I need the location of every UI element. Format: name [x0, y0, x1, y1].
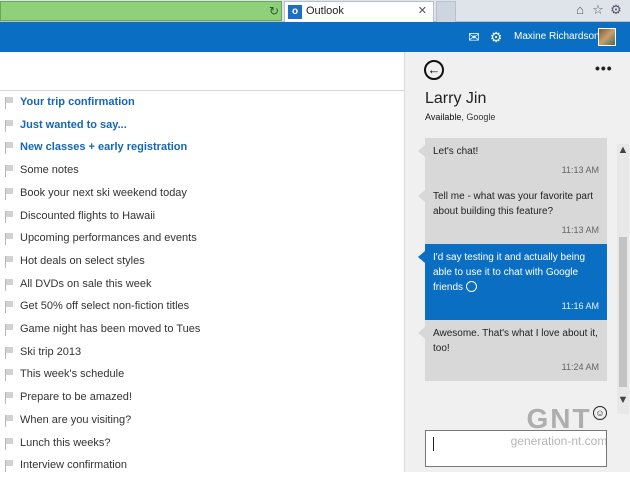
sent-message: I'd say testing it and actually being ab…	[418, 244, 607, 320]
favorites-star-icon[interactable]: ☆	[590, 2, 606, 18]
flag-icon[interactable]	[5, 255, 15, 268]
message-text: Awesome. That's what I love about it, to…	[433, 328, 598, 354]
outlook-icon: o	[288, 5, 302, 19]
flag-icon[interactable]	[5, 301, 15, 314]
mail-list-item[interactable]: When are you visiting?	[0, 412, 404, 434]
address-bar[interactable]: ↻	[0, 1, 282, 21]
mail-subject: Game night has been moved to Tues	[20, 323, 201, 335]
flag-icon[interactable]	[5, 324, 15, 336]
settings-gear-icon[interactable]: ⚙	[488, 29, 504, 45]
more-options-button[interactable]: •••	[595, 60, 613, 76]
mail-list-item[interactable]: Your trip confirmation	[0, 94, 404, 116]
flag-icon[interactable]	[5, 142, 15, 155]
mail-list-item[interactable]: Upcoming performances and events	[0, 230, 404, 252]
flag-icon[interactable]	[5, 278, 15, 291]
chat-icon[interactable]: ✉	[466, 29, 482, 45]
mail-subject: Upcoming performances and events	[20, 232, 197, 245]
mail-subject: This week's schedule	[20, 368, 125, 381]
flag-icon[interactable]	[5, 392, 15, 405]
mail-subject: All DVDs on sale this week	[20, 277, 152, 290]
received-message: Awesome. That's what I love about it, to…	[418, 320, 607, 381]
avatar[interactable]	[598, 28, 616, 46]
mail-subject: Book your next ski weekend today	[20, 186, 187, 199]
list-divider	[0, 90, 404, 91]
flag-icon[interactable]	[5, 460, 15, 473]
status-text: Available	[425, 112, 462, 122]
scrollbar-thumb[interactable]	[619, 237, 627, 387]
received-message: Let's chat! 11:13 AM	[418, 138, 607, 184]
text-caret	[433, 437, 434, 451]
message-timestamp: 11:24 AM	[561, 362, 599, 372]
flag-icon[interactable]	[5, 165, 15, 178]
flag-icon[interactable]	[5, 346, 15, 359]
user-name[interactable]: Maxine Richardson	[514, 31, 600, 42]
mail-list-item[interactable]: Discounted flights to Hawaii	[0, 208, 404, 230]
mail-list-item[interactable]: Hot deals on select styles	[0, 253, 404, 275]
flag-icon[interactable]	[5, 187, 15, 200]
message-text: Let's chat!	[433, 146, 479, 157]
presence-status: Available, Google	[425, 112, 495, 122]
mail-subject: Prepare to be amazed!	[20, 391, 132, 404]
tools-gear-icon[interactable]: ⚙	[608, 2, 624, 18]
mail-subject: Interview confirmation	[20, 459, 127, 472]
flag-icon[interactable]	[5, 369, 15, 382]
flag-icon[interactable]	[5, 233, 15, 246]
tab-outlook[interactable]: o Outlook ✕	[284, 1, 434, 22]
mail-subject: Hot deals on select styles	[20, 254, 145, 267]
mail-list-item[interactable]: Book your next ski weekend today	[0, 185, 404, 207]
watermark: GNT generation-nt.com	[494, 404, 624, 464]
back-arrow-icon[interactable]: ←	[424, 60, 444, 80]
network-text: , Google	[461, 112, 496, 122]
mail-list-item[interactable]: Game night has been moved to Tues	[0, 321, 404, 343]
mail-list-item[interactable]: Lunch this weeks?	[0, 435, 404, 457]
mail-subject: Get 50% off select non-fiction titles	[20, 300, 190, 313]
message-timestamp: 11:13 AM	[561, 165, 599, 175]
mail-list-item[interactable]: Ski trip 2013	[0, 344, 404, 366]
mail-subject: Lunch this weeks?	[20, 436, 111, 449]
message-timestamp: 11:16 AM	[561, 301, 599, 311]
flag-icon[interactable]	[5, 97, 15, 109]
scroll-up-icon[interactable]: ▲	[617, 144, 629, 156]
message-list: Your trip confirmation Just wanted to say…	[0, 52, 404, 473]
smiley-emoticon-icon	[465, 281, 477, 292]
flag-icon[interactable]	[5, 414, 15, 427]
watermark-site: generation-nt.com	[510, 434, 608, 448]
received-message: Tell me - what was your favorite part ab…	[418, 183, 607, 244]
home-icon[interactable]: ⌂	[572, 2, 588, 18]
mail-list-item[interactable]: Get 50% off select non-fiction titles	[0, 298, 404, 320]
refresh-icon[interactable]: ↻	[267, 4, 281, 18]
mail-list-item[interactable]: Interview confirmation	[0, 457, 404, 479]
mail-list-item[interactable]: All DVDs on sale this week	[0, 276, 404, 298]
flag-icon[interactable]	[5, 210, 15, 223]
mail-list-item[interactable]: Just wanted to say...	[0, 117, 404, 139]
browser-toolbar: ↻ o Outlook ✕ ⌂ ☆ ⚙	[0, 0, 630, 22]
message-timestamp: 11:13 AM	[561, 225, 599, 235]
contact-name: Larry Jin	[425, 90, 487, 107]
mail-subject: New classes + early registration	[20, 141, 188, 154]
mail-subject: Just wanted to say...	[20, 118, 127, 131]
mail-list-item[interactable]: Prepare to be amazed!	[0, 389, 404, 411]
message-text: I'd say testing it and actually being ab…	[433, 252, 586, 293]
mail-subject: Discounted flights to Hawaii	[20, 209, 156, 222]
mail-list-item[interactable]: This week's schedule	[0, 366, 404, 388]
mail-subject: Ski trip 2013	[20, 345, 82, 358]
message-text: Tell me - what was your favorite part ab…	[433, 191, 594, 217]
mail-list-item[interactable]: Some notes	[0, 162, 404, 184]
flag-icon[interactable]	[5, 437, 15, 450]
tab-title: Outlook	[306, 5, 344, 17]
mail-subject: When are you visiting?	[20, 413, 132, 426]
mail-list-item[interactable]: New classes + early registration	[0, 139, 404, 161]
flag-icon[interactable]	[5, 119, 15, 132]
watermark-logo: GNT	[526, 403, 592, 434]
new-tab-button[interactable]	[436, 1, 456, 22]
close-icon[interactable]: ✕	[418, 4, 427, 17]
mail-subject: Some notes	[20, 164, 79, 177]
app-header: ✉ ⚙ Maxine Richardson	[0, 22, 630, 52]
mail-subject: Your trip confirmation	[20, 96, 135, 108]
